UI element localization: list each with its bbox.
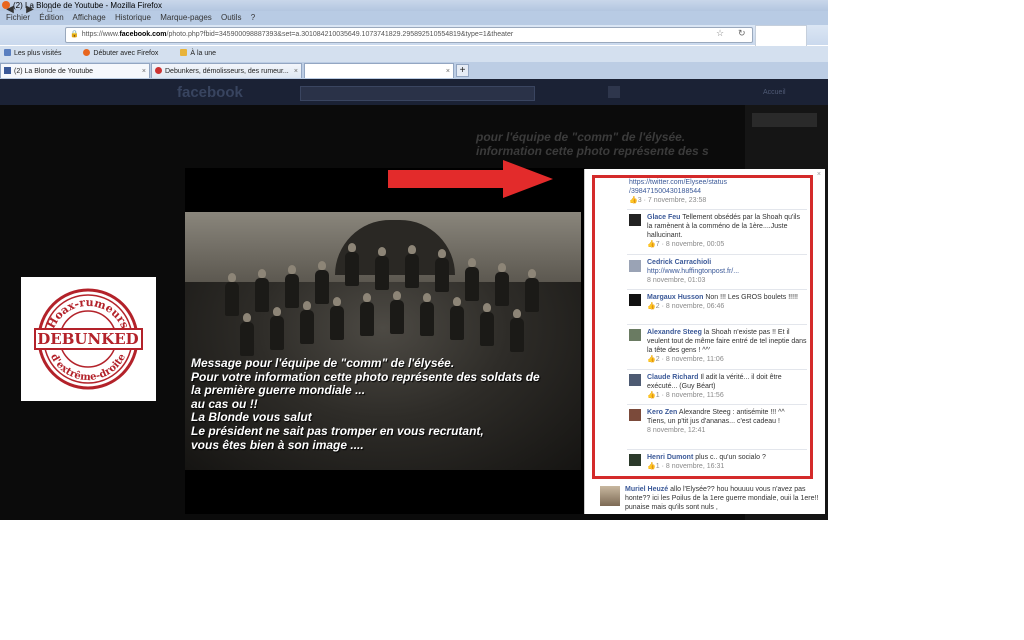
menu-bar: Fichier Édition Affichage Historique Mar… xyxy=(0,11,828,25)
tab-facebook[interactable]: (2) La Blonde de Youtube × xyxy=(0,63,150,78)
highlight-box xyxy=(592,175,813,479)
tab-debunkers[interactable]: Debunkers, démolisseurs, des rumeur... × xyxy=(151,63,302,78)
dim-button[interactable] xyxy=(752,113,817,127)
comment: Muriel Heuzé allo l'Elysée?? hou houuuu … xyxy=(598,484,824,514)
avatar[interactable] xyxy=(600,486,620,506)
red-arrow-icon xyxy=(388,160,553,198)
bookmark-icon xyxy=(4,49,11,56)
bookmark-most-visited[interactable]: Les plus visités xyxy=(0,49,69,57)
menu-help[interactable]: ? xyxy=(251,13,255,22)
close-icon[interactable]: × xyxy=(817,171,821,178)
bookmark-headlines[interactable]: À la une xyxy=(176,49,224,57)
home-icon[interactable]: ⌂ xyxy=(44,4,56,16)
photo[interactable]: Message pour l'équipe de "comm" de l'ély… xyxy=(185,212,581,470)
url-path: /photo.php?fbid=345900098887393&set=a.30… xyxy=(166,31,514,38)
rss-icon xyxy=(180,49,188,56)
search-box[interactable] xyxy=(755,25,807,47)
facebook-logo[interactable]: facebook xyxy=(177,84,243,101)
url-scheme: https://www. xyxy=(81,31,120,38)
tab-new[interactable]: × xyxy=(304,63,454,78)
menu-history[interactable]: Historique xyxy=(115,13,151,22)
reload-icon[interactable]: ↻ xyxy=(738,28,746,39)
new-tab-icon[interactable]: + xyxy=(456,64,469,77)
facebook-search-input[interactable] xyxy=(300,86,535,101)
lock-icon: 🔒 xyxy=(70,31,79,38)
window-titlebar: (2) La Blonde de Youtube - Mozilla Firef… xyxy=(0,0,828,11)
profile-thumb-icon[interactable] xyxy=(608,86,620,98)
url-bar[interactable]: 🔒 https://www.facebook.com/photo.php?fbid… xyxy=(65,27,753,43)
facebook-icon xyxy=(4,67,11,74)
back-icon[interactable]: ◀ xyxy=(4,4,16,16)
logo-stamp-text: DEBUNKED xyxy=(37,330,138,348)
tab-close-icon[interactable]: × xyxy=(142,64,146,78)
tab-close-icon[interactable]: × xyxy=(294,64,298,78)
menu-tools[interactable]: Outils xyxy=(221,13,241,22)
page-icon xyxy=(155,67,162,74)
star-icon[interactable]: ☆ xyxy=(716,28,724,39)
comment-author[interactable]: Muriel Heuzé xyxy=(625,486,668,493)
url-domain: facebook.com xyxy=(119,31,167,38)
background-caption: pour l'équipe de "comm" de l'élysée. inf… xyxy=(476,130,709,158)
nav-home[interactable]: Accueil xyxy=(763,89,786,96)
photo-caption: Message pour l'équipe de "comm" de l'ély… xyxy=(191,356,540,452)
tab-close-icon[interactable]: × xyxy=(446,64,450,78)
firefox-icon xyxy=(83,49,91,56)
debunked-logo: Hoax-rumeurs d'extrême-droite DEBUNKED xyxy=(21,277,156,401)
bookmarks-toolbar: Les plus visités Débuter avec Firefox À … xyxy=(0,46,828,62)
menu-bookmarks[interactable]: Marque-pages xyxy=(160,13,212,22)
menu-view[interactable]: Affichage xyxy=(73,13,106,22)
forward-icon[interactable]: ▶ xyxy=(24,4,36,16)
bookmark-getting-started[interactable]: Débuter avec Firefox xyxy=(79,49,166,57)
